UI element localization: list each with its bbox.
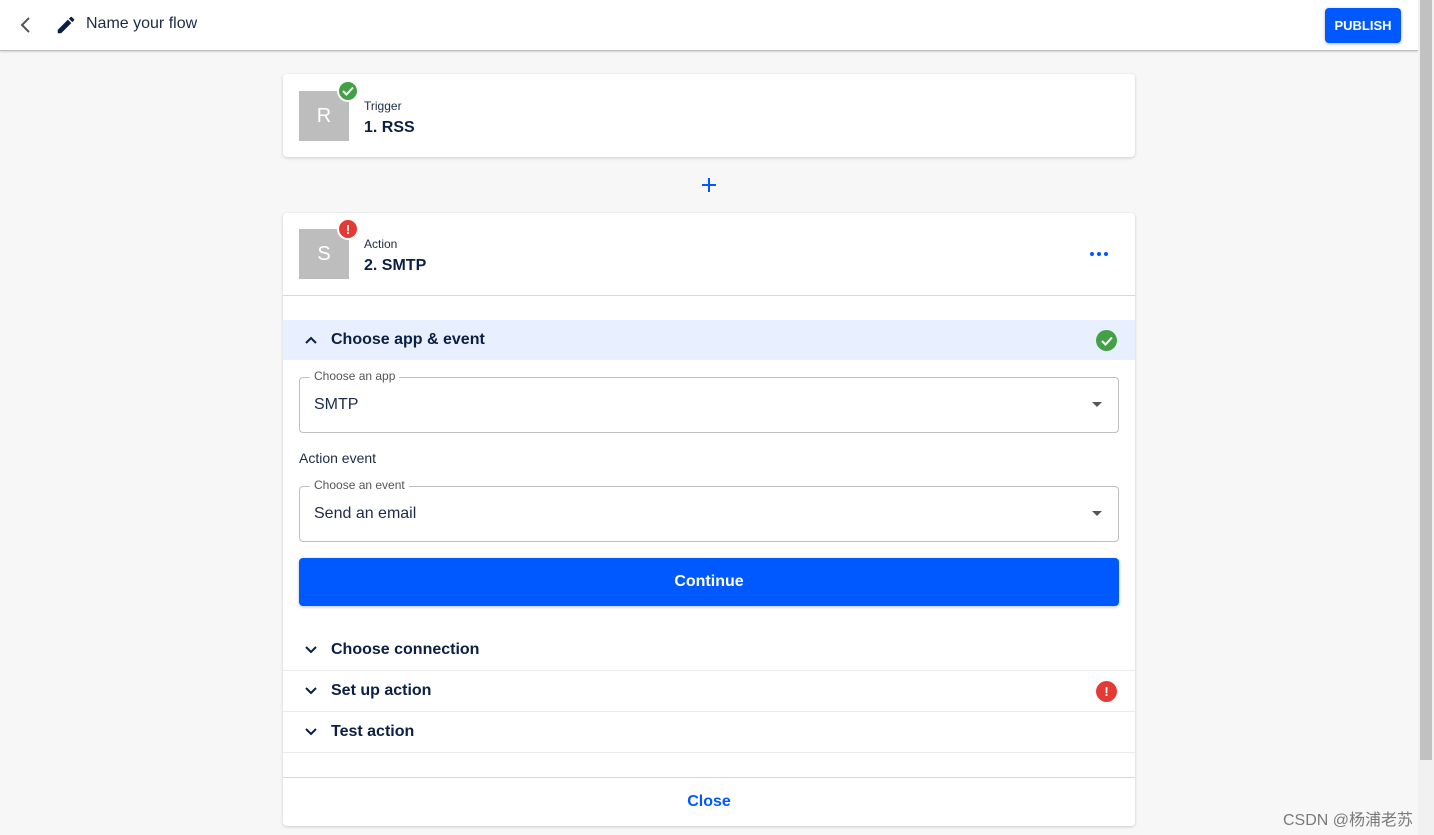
section-divider [283,752,1135,753]
select-label: Choose an app [310,369,400,383]
dropdown-arrow-icon [1092,402,1102,407]
chevron-down-icon [305,728,317,736]
section-set-up-action[interactable]: Set up action ! [283,671,1135,711]
select-value: SMTP [314,396,359,413]
close-button[interactable]: Close [283,778,1135,826]
choose-event-select[interactable]: Choose an event Send an email [299,478,1119,542]
error-circle-icon: ! [1096,681,1117,702]
section-choose-app-event[interactable]: Choose app & event [283,320,1135,360]
section-title: Test action [331,723,415,740]
error-badge: ! [337,218,359,240]
action-title: 2. SMTP [364,257,427,274]
scrollbar-thumb[interactable] [1420,0,1432,760]
page-scrollbar[interactable] [1418,0,1434,835]
select-value: Send an email [314,505,417,522]
success-badge [337,80,359,102]
continue-button[interactable]: Continue [299,558,1119,606]
chevron-up-icon [305,336,317,344]
action-event-caption: Action event [299,450,377,466]
section-title: Set up action [331,682,432,699]
flow-name-text[interactable]: Name your flow [86,15,197,33]
publish-button[interactable]: PUBLISH [1325,8,1401,43]
section-choose-connection[interactable]: Choose connection [283,630,1135,670]
chevron-left-icon [20,17,30,33]
dropdown-arrow-icon [1092,511,1102,516]
trigger-title: 1. RSS [364,119,415,136]
more-options-button[interactable] [1083,243,1115,265]
section-title: Choose connection [331,641,480,658]
header-divider [283,295,1135,296]
check-icon [342,86,354,96]
section-test-action[interactable]: Test action [283,712,1135,752]
plus-icon [702,178,716,192]
pencil-icon[interactable] [55,14,77,36]
trigger-type-label: Trigger [364,99,402,113]
chevron-down-icon [305,687,317,695]
watermark-text: CSDN @杨浦老苏 [1283,812,1414,829]
action-card: S ! Action 2. SMTP Choose app & event Ch… [283,213,1135,826]
top-bar: Name your flow PUBLISH [0,0,1418,51]
choose-app-select[interactable]: Choose an app SMTP [299,369,1119,433]
select-label: Choose an event [310,478,409,492]
back-button[interactable] [14,13,36,37]
trigger-card[interactable]: R Trigger 1. RSS [283,74,1135,157]
chevron-down-icon [305,646,317,654]
add-step-button[interactable] [698,174,720,196]
section-title: Choose app & event [331,331,485,348]
check-circle-icon [1096,330,1117,351]
action-type-label: Action [364,237,398,251]
more-horizontal-icon [1090,252,1108,256]
